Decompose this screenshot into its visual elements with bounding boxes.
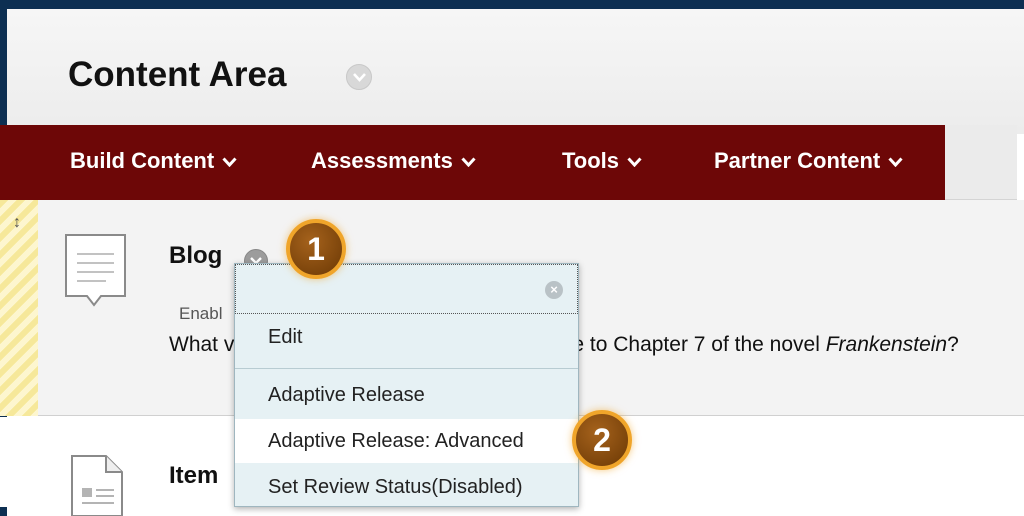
menu-divider [235,368,578,369]
callout-badge-1: 1 [286,219,346,279]
desc-text-italic: Frankenstein [825,333,948,356]
callout-badge-2: 2 [572,410,632,470]
menu-bar-empty-area [945,125,1017,200]
close-icon[interactable]: × [545,281,563,299]
item-title-link[interactable]: Item [169,462,218,490]
drag-strip[interactable] [0,200,38,416]
menu-item-set-review-status[interactable]: Set Review Status(Disabled) [235,476,578,499]
title-options-chevron-icon[interactable] [346,64,372,90]
menu-tools[interactable]: Tools [562,147,642,174]
page-title: Content Area [68,55,287,94]
desc-text-end: ? [947,333,959,356]
menu-build-content-label: Build Content [70,148,215,173]
document-icon [64,450,130,516]
menu-assessments[interactable]: Assessments [311,147,476,174]
menu-partner-content-label: Partner Content [714,148,881,173]
desc-text-start: What v [169,333,235,356]
drag-handle-icon[interactable]: ↕ [13,214,21,232]
chevron-down-icon [888,147,903,173]
menu-item-adaptive-release[interactable]: Adaptive Release [235,384,578,407]
chevron-down-icon [461,147,476,173]
menu-partner-content[interactable]: Partner Content [714,147,903,174]
context-menu-header: × [235,264,578,314]
blog-title-link[interactable]: Blog [169,242,222,270]
chevron-down-icon [627,147,642,173]
menu-assessments-label: Assessments [311,148,453,173]
blog-icon [61,232,131,317]
menu-build-content[interactable]: Build Content [70,147,237,174]
menu-item-adaptive-release-advanced[interactable]: Adaptive Release: Advanced [235,419,578,463]
enabled-status-label: Enabl [179,304,223,323]
menu-tools-label: Tools [562,148,620,173]
desc-text-middle: e to Chapter 7 of the novel [572,333,826,356]
chevron-down-icon [222,147,237,173]
context-menu: × Edit Adaptive Release Adaptive Release… [234,263,579,507]
menu-item-edit[interactable]: Edit [235,326,578,349]
